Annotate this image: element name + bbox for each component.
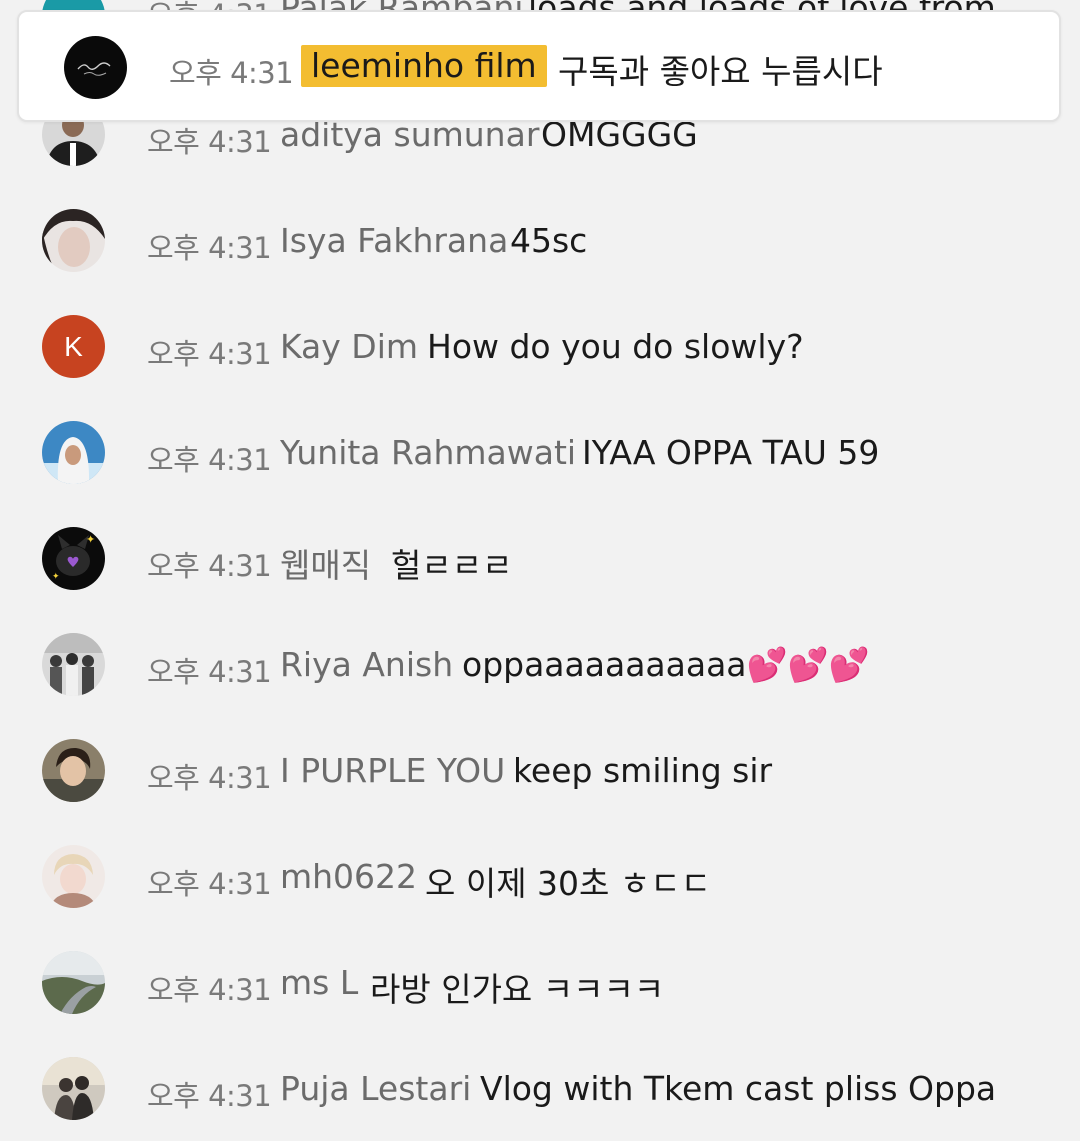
heart-emoji: 💕💕💕	[746, 645, 870, 684]
chat-message: 오후 4:31 Riya Anish oppaaaaaaaaaaa💕💕💕	[0, 611, 1080, 717]
avatar[interactable]	[42, 951, 105, 1014]
message-author: Isya Fakhrana	[280, 221, 509, 260]
message-author: Kay Dim	[280, 327, 419, 366]
message-time: 오후 4:31	[147, 761, 272, 795]
chat-message: 오후 4:31 mh0622 오 이제 30초 ㅎㄷㄷ	[0, 823, 1080, 929]
svg-text:✦: ✦	[86, 533, 95, 546]
message-text: keep smiling sir	[513, 751, 773, 790]
message-text: oppaaaaaaaaaaa💕💕💕	[462, 645, 870, 685]
avatar[interactable]	[42, 1057, 105, 1120]
message-author: Puja Lestari	[280, 1069, 472, 1108]
message-text: 헐ㄹㄹㄹ	[391, 546, 513, 585]
message-time: 오후 4:31	[147, 125, 272, 159]
message-text: How do you do slowly?	[427, 327, 804, 366]
message-author: Yunita Rahmawati	[280, 433, 577, 472]
message-time: 오후 4:31	[147, 549, 272, 583]
message-text-body: oppaaaaaaaaaaa	[462, 645, 747, 684]
chat-message: K 오후 4:31 Kay Dim How do you do slowly?	[0, 293, 1080, 399]
message-author: 웹매직	[280, 546, 372, 585]
message-text: 구독과 좋아요 누릅시다	[558, 52, 883, 91]
avatar-letter: K	[64, 330, 83, 362]
svg-text:✦: ✦	[52, 572, 60, 582]
message-time: 오후 4:31	[147, 973, 272, 1007]
message-time: 오후 4:31	[147, 443, 272, 477]
chat-message: 오후 4:31 I PURPLE YOU keep smiling sir	[0, 717, 1080, 823]
message-time: 오후 4:31	[147, 1079, 272, 1113]
message-text: 라방 인가요 ㅋㅋㅋㅋ	[370, 970, 665, 1009]
message-author: I PURPLE YOU	[280, 751, 506, 790]
avatar[interactable]	[42, 633, 105, 696]
live-chat-list: 오후 4:31 Palak Rambani loads and loads of…	[0, 0, 1080, 1128]
owner-author-badge: leeminho film	[301, 45, 547, 87]
chat-message: 오후 4:31 Isya Fakhrana 45sc	[0, 187, 1080, 293]
message-author: ms L	[280, 963, 359, 1002]
chat-message: 오후 4:31 Puja Lestari Vlog with Tkem cast…	[0, 1035, 1080, 1141]
message-author: mh0622	[280, 857, 418, 896]
avatar[interactable]	[42, 845, 105, 908]
avatar[interactable]	[42, 421, 105, 484]
message-text: 45sc	[510, 221, 588, 260]
message-time: 오후 4:31	[147, 231, 272, 265]
avatar[interactable]: ✦ ✦	[42, 527, 105, 590]
message-time: 오후 4:31	[147, 867, 272, 901]
chat-message: ✦ ✦ 오후 4:31 웹매직 헐ㄹㄹㄹ	[0, 505, 1080, 611]
avatar[interactable]	[42, 739, 105, 802]
chat-message: 오후 4:31 Yunita Rahmawati IYAA OPPA TAU 5…	[0, 399, 1080, 505]
message-time: 오후 4:31	[147, 655, 272, 689]
chat-message: 오후 4:31 ms L 라방 인가요 ㅋㅋㅋㅋ	[0, 929, 1080, 1035]
message-text: IYAA OPPA TAU 59	[582, 433, 880, 472]
message-time: 오후 4:31	[169, 56, 294, 90]
avatar[interactable]	[42, 209, 105, 272]
message-text: Vlog with Tkem cast pliss Oppa	[480, 1069, 997, 1108]
channel-avatar[interactable]	[64, 36, 127, 99]
message-text: 오 이제 30초 ㅎㄷㄷ	[425, 864, 711, 903]
pinned-message-card[interactable]: 오후 4:31 leeminho film 구독과 좋아요 누릅시다	[17, 10, 1061, 122]
avatar[interactable]: K	[42, 315, 105, 378]
message-time: 오후 4:31	[147, 337, 272, 371]
message-author: Riya Anish	[280, 645, 454, 684]
